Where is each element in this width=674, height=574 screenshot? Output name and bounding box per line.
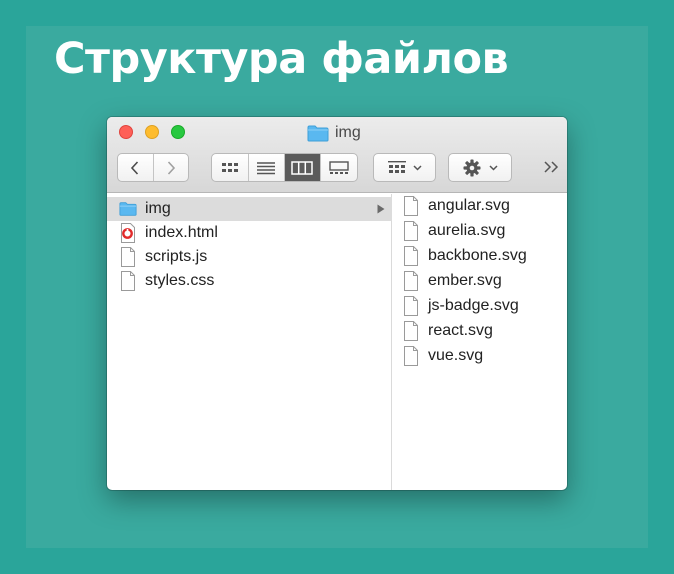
view-gallery-button[interactable] [321, 154, 357, 181]
item-label: backbone.svg [428, 247, 527, 264]
window-title-text: img [335, 124, 361, 141]
window-title: img [307, 123, 361, 143]
zoom-button[interactable] [171, 125, 185, 139]
page-title: Структура файлов [54, 34, 509, 84]
html-file-icon [119, 223, 137, 243]
document-icon [119, 247, 137, 267]
list-item-react-svg[interactable]: react.svg [393, 319, 493, 343]
toolbar-overflow-button[interactable] [541, 157, 561, 177]
chevron-right-icon [167, 160, 175, 175]
list-item-scripts-js[interactable]: scripts.js [107, 245, 207, 269]
column-browser: img index.html scripts.js styles.css ang… [107, 194, 567, 490]
item-label: scripts.js [145, 248, 208, 265]
finder-window: img img index.html scripts.js styles.css… [107, 117, 567, 490]
list-item-aurelia-svg[interactable]: aurelia.svg [393, 219, 505, 243]
document-icon [402, 321, 420, 341]
view-columns-button[interactable] [284, 154, 322, 181]
window-titlebar: img [107, 117, 567, 193]
gallery-icon [329, 160, 349, 174]
grid-icon [221, 162, 238, 172]
item-label: index.html [145, 224, 218, 241]
list-item-styles-css[interactable]: styles.css [107, 269, 214, 293]
list-item-ember-svg[interactable]: ember.svg [393, 269, 502, 293]
view-icons-button[interactable] [212, 154, 249, 181]
list-icon [257, 161, 276, 174]
folder-icon [119, 199, 137, 219]
back-button[interactable] [118, 154, 154, 181]
item-label: styles.css [145, 272, 215, 289]
document-icon [402, 221, 420, 241]
list-item-index-html[interactable]: index.html [107, 221, 218, 245]
item-label: vue.svg [428, 347, 484, 364]
document-icon [402, 271, 420, 291]
group-button-inner [374, 154, 435, 181]
item-label: ember.svg [428, 272, 502, 289]
chevron-left-icon [131, 160, 139, 175]
chevron-down-icon [488, 164, 498, 171]
document-icon [402, 196, 420, 216]
minimize-button[interactable] [145, 125, 159, 139]
document-icon [402, 296, 420, 316]
columns-icon [291, 160, 314, 175]
navigation-buttons [117, 153, 189, 182]
view-list-button[interactable] [249, 154, 285, 181]
document-icon [119, 271, 137, 291]
forward-button[interactable] [154, 154, 189, 181]
column-1: img index.html scripts.js styles.css [107, 194, 392, 490]
list-item-angular-svg[interactable]: angular.svg [393, 194, 510, 218]
item-label: aurelia.svg [428, 222, 506, 239]
document-icon [402, 346, 420, 366]
gear-icon [463, 159, 480, 176]
group-icon [388, 160, 406, 173]
item-label: angular.svg [428, 197, 510, 214]
item-label: js-badge.svg [428, 297, 519, 314]
list-item-vue-svg[interactable]: vue.svg [393, 344, 483, 368]
column-2: angular.svg aurelia.svg backbone.svg emb… [393, 194, 567, 490]
chevron-down-icon [413, 164, 422, 171]
list-item-backbone-svg[interactable]: backbone.svg [393, 244, 527, 268]
double-chevron-right-icon [544, 161, 559, 173]
close-button[interactable] [119, 125, 133, 139]
view-mode-selector [211, 153, 358, 182]
folder-icon [307, 125, 329, 141]
item-label: img [145, 200, 171, 217]
list-item-img[interactable]: img [107, 197, 392, 221]
group-button[interactable] [373, 153, 436, 182]
document-icon [402, 246, 420, 266]
disclosure-triangle-icon [377, 204, 385, 214]
action-button-inner [449, 154, 511, 181]
item-label: react.svg [428, 322, 493, 339]
action-button[interactable] [448, 153, 512, 182]
list-item-js-badge-svg[interactable]: js-badge.svg [393, 294, 519, 318]
